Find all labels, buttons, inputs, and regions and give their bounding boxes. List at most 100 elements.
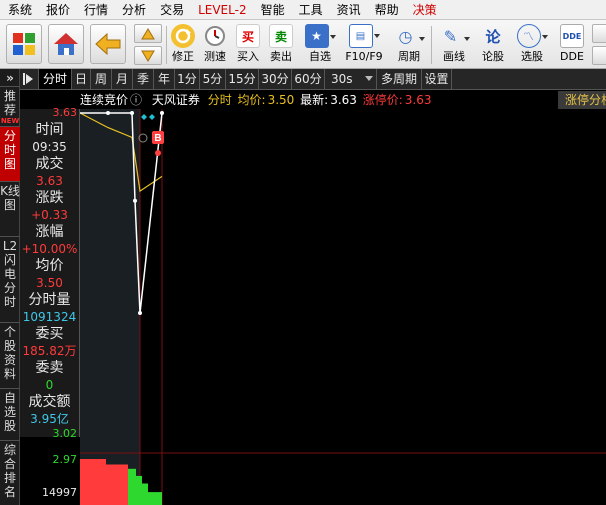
period-tab-1min[interactable]: 1分 xyxy=(175,69,200,89)
arrow-down-icon xyxy=(141,50,155,62)
period-tab-5min[interactable]: 5分 xyxy=(200,69,226,89)
watchlist-button[interactable]: ★ 自选 xyxy=(300,24,340,68)
new-badge: NEW xyxy=(0,117,20,125)
period-tab-bar: 分时 日 周 月 季 年 1分 5分 15分 30分 60分 30s 多周期 设… xyxy=(20,69,606,90)
tab-ranking[interactable]: 综合排名 xyxy=(0,441,20,505)
price-point xyxy=(133,198,137,203)
axis-mid-label: 3.02 xyxy=(52,427,78,440)
change-pct-label: 涨幅 xyxy=(35,224,64,240)
menu-news[interactable]: 资讯 xyxy=(329,0,367,20)
volume-label: 分时量 xyxy=(28,292,71,308)
left-tab-strip: » 推荐 NEW 分时图 K线图 L2闪电分时 个股资料 自选股 综合排名 xyxy=(0,69,20,505)
menu-trade[interactable]: 交易 xyxy=(152,0,190,20)
price-point xyxy=(160,111,164,115)
menu-system[interactable]: 系统 xyxy=(0,0,38,20)
info-icon[interactable]: ⓘ xyxy=(130,93,142,107)
dde-button[interactable]: DDE DDE xyxy=(557,24,587,68)
avg-price-value: 3.50 xyxy=(267,93,295,107)
period-tab-15min[interactable]: 15分 xyxy=(226,69,259,89)
forum-button[interactable]: 论 论股 xyxy=(478,24,508,68)
menu-help[interactable]: 帮助 xyxy=(367,0,405,20)
period-tab-day[interactable]: 日 xyxy=(72,69,91,89)
period-tab-intraday[interactable]: 分时 xyxy=(39,69,72,89)
document-icon: ▤ xyxy=(343,24,385,48)
fix-button[interactable]: 修正 xyxy=(168,24,198,68)
stock-picker-icon: 〽 xyxy=(512,24,552,48)
draw-line-button[interactable]: ✎ 画线 xyxy=(434,24,474,68)
volume-bar xyxy=(142,483,148,505)
price-point xyxy=(130,111,134,115)
axis-volume-label: 14997 xyxy=(42,486,77,499)
panel-toggle-top[interactable] xyxy=(592,24,606,43)
windows-layout-button[interactable] xyxy=(6,24,42,64)
period-tab-30min[interactable]: 30分 xyxy=(259,69,292,89)
scroll-down-button[interactable] xyxy=(134,46,162,65)
stock-picker-button[interactable]: 〽 选股 xyxy=(512,24,552,68)
avg-label: 均价 xyxy=(35,258,64,274)
tab-l2-flash[interactable]: L2闪电分时 xyxy=(0,237,20,323)
tab-watchlist[interactable]: 自选股 xyxy=(0,389,20,441)
stock-picker-label: 选股 xyxy=(521,50,543,63)
scroll-up-button[interactable] xyxy=(134,24,162,43)
intraday-chart-svg: B xyxy=(79,109,606,505)
chart-shade xyxy=(80,109,140,505)
panel-toggle-bottom[interactable] xyxy=(592,46,606,65)
tab-kline[interactable]: K线图 xyxy=(0,182,20,237)
menu-smart[interactable]: 智能 xyxy=(253,0,291,20)
period-tab-multi[interactable]: 多周期 xyxy=(377,69,422,89)
menu-tools[interactable]: 工具 xyxy=(291,0,329,20)
avg-price-label: 均价: xyxy=(237,93,266,107)
f10-label: F10/F9 xyxy=(345,50,383,63)
toolbar-separator xyxy=(431,26,432,64)
price-point xyxy=(138,311,142,315)
diamond-marker-icon xyxy=(149,114,155,120)
tab-recommend-label: 推荐 xyxy=(3,89,16,117)
period-tab-settings[interactable]: 设置 xyxy=(422,69,452,89)
buy-icon: 买 xyxy=(236,24,260,48)
period-tab-30s-dropdown[interactable]: 30s xyxy=(325,69,377,89)
back-button[interactable] xyxy=(90,24,126,64)
axis-bottom-label: 2.97 xyxy=(52,453,78,466)
tab-intraday[interactable]: 分时图 xyxy=(0,127,20,182)
volume-bar xyxy=(128,468,136,505)
quote-info-panel: 时间 09:35 成交 3.63 涨跌 +0.33 涨幅 +10.00% 均价 … xyxy=(20,109,80,437)
speed-test-button[interactable]: 测速 xyxy=(200,24,230,68)
menu-level2[interactable]: LEVEL-2 xyxy=(190,0,253,20)
cycle-button[interactable]: ◷ 周期 xyxy=(390,24,428,68)
limit-up-label: 涨停价: xyxy=(362,93,403,107)
menu-decision[interactable]: 决策 xyxy=(405,0,443,20)
dde-label: DDE xyxy=(560,50,584,63)
buy-button[interactable]: 买 买入 xyxy=(233,24,263,68)
period-tab-week[interactable]: 周 xyxy=(91,69,112,89)
period-tab-60min[interactable]: 60分 xyxy=(292,69,325,89)
watchlist-icon: ★ xyxy=(300,24,340,48)
period-tab-month[interactable]: 月 xyxy=(112,69,133,89)
menu-analysis[interactable]: 分析 xyxy=(114,0,152,20)
period-toggle-icon[interactable] xyxy=(20,69,39,89)
period-tab-year[interactable]: 年 xyxy=(154,69,175,89)
sell-icon: 卖 xyxy=(269,24,293,48)
volume-bar xyxy=(136,475,142,505)
tab-recommend[interactable]: 推荐 NEW xyxy=(0,87,20,127)
clock-icon xyxy=(203,24,227,48)
sell-button[interactable]: 卖 卖出 xyxy=(266,24,296,68)
home-button[interactable] xyxy=(48,24,84,64)
last-price-label: 最新: xyxy=(300,93,329,107)
change-value: +0.33 xyxy=(31,208,68,222)
f10-button[interactable]: ▤ F10/F9 xyxy=(343,24,385,68)
cycle-icon: ◷ xyxy=(390,24,428,48)
collapse-tabs-button[interactable]: » xyxy=(0,69,20,87)
axis-top-label: 3.63 xyxy=(52,106,78,119)
change-label: 涨跌 xyxy=(35,190,64,206)
fix-label: 修正 xyxy=(172,50,194,63)
arrow-up-icon xyxy=(141,27,155,39)
menu-bar: 系统 报价 行情 分析 交易 LEVEL-2 智能 工具 资讯 帮助 决策 xyxy=(0,0,606,20)
menu-quotes[interactable]: 报价 xyxy=(38,0,76,20)
tab-stock-profile[interactable]: 个股资料 xyxy=(0,323,20,389)
dde-icon: DDE xyxy=(560,24,584,48)
ask-label: 委卖 xyxy=(35,360,64,376)
trade-price-label: 成交 xyxy=(35,156,64,172)
menu-market[interactable]: 行情 xyxy=(76,0,114,20)
limit-up-analysis-button[interactable]: 涨停分析 xyxy=(558,91,606,109)
period-tab-season[interactable]: 季 xyxy=(133,69,154,89)
